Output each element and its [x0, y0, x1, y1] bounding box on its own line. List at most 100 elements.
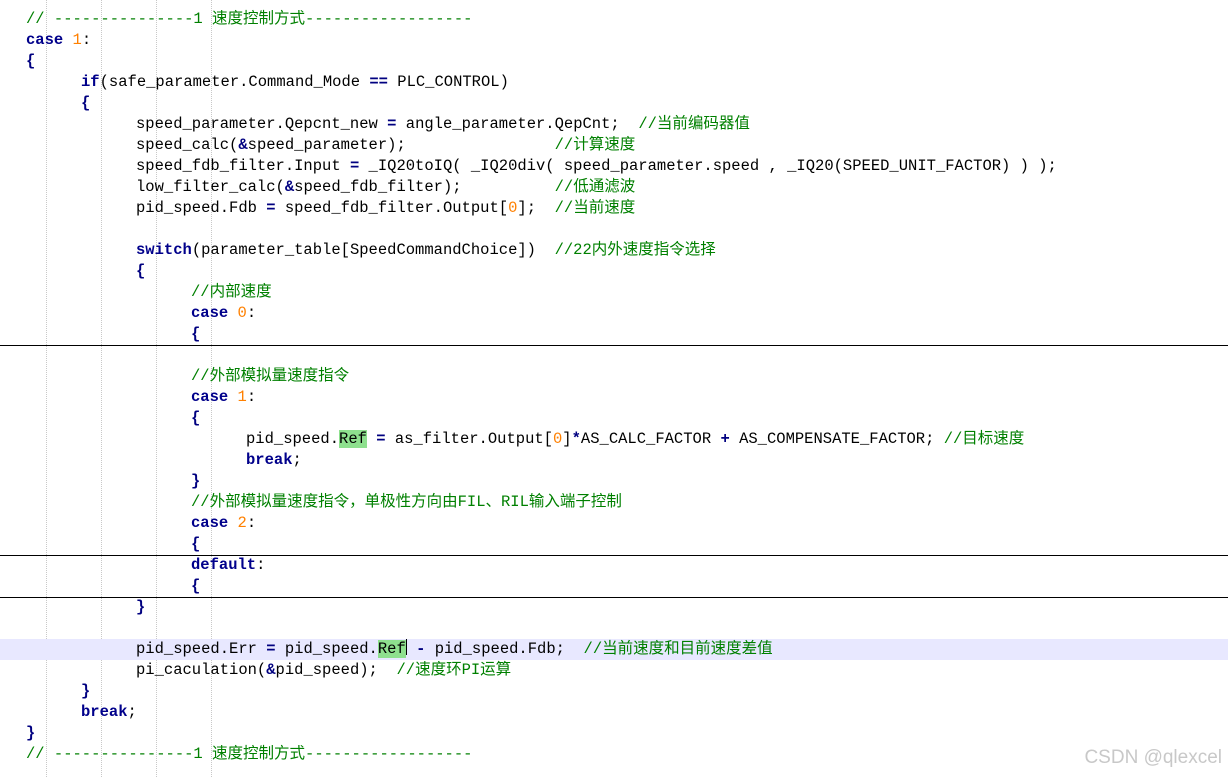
code-token: PLC_CONTROL)	[387, 73, 509, 91]
code-token: {	[191, 535, 201, 553]
code-line[interactable]: if(safe_parameter.Command_Mode == PLC_CO…	[0, 72, 1228, 93]
code-line[interactable]: {	[0, 408, 1228, 429]
code-line[interactable]	[0, 618, 1228, 639]
code-line-text: {	[191, 576, 200, 597]
code-token: +	[720, 430, 730, 448]
code-line-text: default:	[191, 555, 265, 576]
code-line[interactable]: case 2:	[0, 513, 1228, 534]
code-token: (safe_parameter.Command_Mode	[99, 73, 370, 91]
code-line[interactable]: }	[0, 471, 1228, 492]
code-token: {	[191, 577, 201, 595]
code-line-text: break;	[246, 450, 302, 471]
code-line[interactable]: {	[0, 93, 1228, 114]
code-token: :	[246, 388, 257, 406]
code-line[interactable]: //外部模拟量速度指令	[0, 366, 1228, 387]
code-token: {	[191, 409, 201, 427]
code-editor[interactable]: // ---------------1 速度控制方式--------------…	[0, 0, 1228, 777]
code-token: case	[191, 388, 229, 406]
code-token: =	[349, 157, 360, 175]
code-line[interactable]: speed_calc(&speed_parameter); //计算速度	[0, 135, 1228, 156]
code-line-text: }	[136, 597, 145, 618]
code-token: // ---------------1 速度控制方式--------------…	[26, 10, 473, 28]
code-line[interactable]: {	[0, 51, 1228, 72]
code-line-text: {	[26, 51, 35, 72]
code-token: as_filter.Output[	[385, 430, 553, 448]
code-token: //内部速度	[191, 283, 272, 301]
code-token: //计算速度	[554, 136, 636, 154]
code-line[interactable]	[0, 219, 1228, 240]
code-line-text: speed_calc(&speed_parameter); //计算速度	[136, 135, 635, 156]
code-line[interactable]: case 1:	[0, 387, 1228, 408]
code-token: low_filter_calc(	[136, 178, 285, 196]
code-token: speed_fdb_filter.Input	[136, 157, 350, 175]
code-line[interactable]: switch(parameter_table[SpeedCommandChoic…	[0, 240, 1228, 261]
code-token: }	[81, 682, 91, 700]
code-line[interactable]: low_filter_calc(&speed_fdb_filter); //低通…	[0, 177, 1228, 198]
code-line[interactable]: default:	[0, 555, 1228, 576]
code-line[interactable]: break;	[0, 702, 1228, 723]
code-token: ;	[292, 451, 302, 469]
code-token: speed_fdb_filter);	[294, 178, 555, 196]
code-token: AS_COMPENSATE_FACTOR;	[729, 430, 944, 448]
code-line-text: {	[136, 261, 145, 282]
code-line[interactable]: break;	[0, 450, 1228, 471]
code-token: speed_parameter);	[247, 136, 555, 154]
code-line-text: //外部模拟量速度指令，单极性方向由FIL、RIL输入端子控制	[191, 492, 622, 513]
code-line[interactable]: // ---------------1 速度控制方式--------------…	[0, 9, 1228, 30]
code-line[interactable]: case 0:	[0, 303, 1228, 324]
code-line-text: }	[26, 723, 35, 744]
code-token: :	[246, 304, 257, 322]
code-token: *	[571, 430, 581, 448]
code-token: &	[266, 661, 276, 679]
code-token: {	[136, 262, 146, 280]
code-token: //外部模拟量速度指令	[191, 367, 350, 385]
code-line[interactable]: {	[0, 261, 1228, 282]
code-line[interactable]: case 1:	[0, 30, 1228, 51]
code-line[interactable]: pid_speed.Fdb = speed_fdb_filter.Output[…	[0, 198, 1228, 219]
code-line-text: break;	[81, 702, 137, 723]
code-line-text: case 2:	[191, 513, 256, 534]
code-token: angle_parameter.QepCnt;	[396, 115, 639, 133]
code-line[interactable]: pi_caculation(&pid_speed); //速度环PI运算	[0, 660, 1228, 681]
code-token: pid_speed.Fdb;	[425, 640, 584, 658]
code-token: break	[81, 703, 128, 721]
code-token: _IQ20toIQ( _IQ20div( speed_parameter.spe…	[359, 157, 1057, 175]
code-line-text: {	[191, 408, 200, 429]
code-line[interactable]: speed_parameter.Qepcnt_new = angle_param…	[0, 114, 1228, 135]
code-token: ;	[127, 703, 137, 721]
code-token: speed_parameter.Qepcnt_new	[136, 115, 388, 133]
code-line[interactable]: // ---------------1 速度控制方式--------------…	[0, 744, 1228, 765]
code-token: //当前速度和目前速度差值	[583, 640, 773, 658]
code-token: &	[284, 178, 295, 196]
code-line-text: {	[191, 324, 200, 345]
code-line-text: pid_speed.Err = pid_speed.Ref - pid_spee…	[136, 639, 773, 660]
code-line[interactable]: }	[0, 597, 1228, 618]
code-line[interactable]	[0, 345, 1228, 366]
code-token: -	[416, 640, 426, 658]
code-line-text: pi_caculation(&pid_speed); //速度环PI运算	[136, 660, 511, 681]
code-line[interactable]: {	[0, 576, 1228, 597]
code-line-text: {	[81, 93, 90, 114]
code-line[interactable]: pid_speed.Err = pid_speed.Ref - pid_spee…	[0, 639, 1228, 660]
code-line[interactable]: speed_fdb_filter.Input = _IQ20toIQ( _IQ2…	[0, 156, 1228, 177]
code-token: :	[81, 31, 92, 49]
code-token: speed_fdb_filter.Output[	[275, 199, 509, 217]
code-line[interactable]: //外部模拟量速度指令，单极性方向由FIL、RIL输入端子控制	[0, 492, 1228, 513]
code-line-text: //外部模拟量速度指令	[191, 366, 349, 387]
code-line[interactable]: }	[0, 723, 1228, 744]
code-line[interactable]: //内部速度	[0, 282, 1228, 303]
code-line[interactable]: {	[0, 324, 1228, 345]
code-token: 0	[508, 199, 518, 217]
code-line-text: case 1:	[26, 30, 91, 51]
code-token: switch	[136, 241, 192, 259]
code-line[interactable]: {	[0, 534, 1228, 555]
code-token: pi_caculation(	[136, 661, 267, 679]
code-line-text: }	[191, 471, 200, 492]
code-line[interactable]: pid_speed.Ref = as_filter.Output[0]*AS_C…	[0, 429, 1228, 450]
fold-marker-line	[0, 345, 1228, 346]
code-line-text: // ---------------1 速度控制方式--------------…	[26, 744, 472, 765]
code-line[interactable]: }	[0, 681, 1228, 702]
code-token: //外部模拟量速度指令，单极性方向由FIL、RIL输入端子控制	[191, 493, 622, 511]
